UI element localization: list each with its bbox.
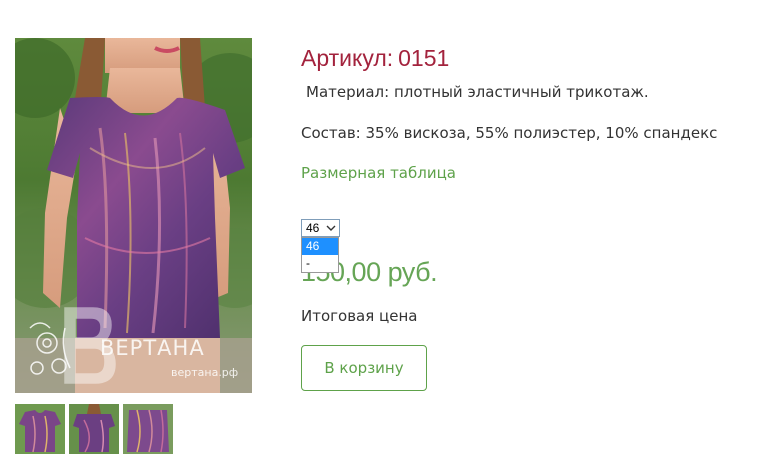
size-table-link[interactable]: Размерная таблица — [301, 164, 456, 182]
chevron-down-icon — [326, 225, 336, 231]
thumbnail-back[interactable] — [69, 404, 119, 454]
thumbnail-detail[interactable] — [123, 404, 173, 454]
price-label: Итоговая цена — [301, 307, 418, 325]
add-to-cart-button[interactable]: В корзину — [301, 345, 427, 391]
watermark-brand: ВЕРТАНА — [100, 336, 205, 360]
size-dropdown-list: 46 - — [301, 237, 339, 273]
size-option-dash[interactable]: - — [302, 255, 338, 272]
sku-value: 0151 — [398, 45, 450, 71]
product-material: Материал: плотный эластичный трикотаж. — [306, 83, 649, 101]
watermark-site: вертана.рф — [171, 366, 239, 379]
product-sku: Артикул: 0151 — [301, 45, 449, 72]
size-option-46[interactable]: 46 — [302, 238, 338, 255]
thumbnail-strip — [15, 404, 173, 454]
thumbnail-front[interactable] — [15, 404, 65, 454]
size-select-value: 46 — [306, 221, 320, 235]
sku-label: Артикул: — [301, 45, 394, 71]
product-composition: Состав: 35% вискоза, 55% полиэстер, 10% … — [301, 124, 718, 142]
size-select[interactable]: 46 — [301, 219, 340, 237]
